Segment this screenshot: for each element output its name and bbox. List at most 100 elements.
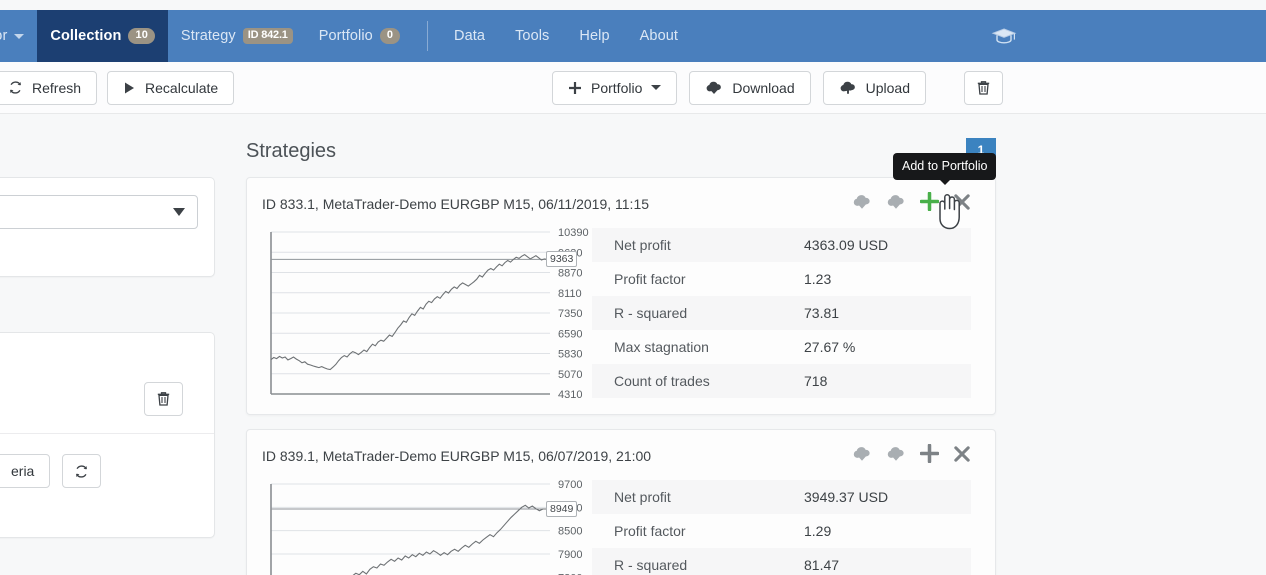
criteria-button-label: eria	[11, 463, 35, 479]
clear-filters-button[interactable]	[144, 382, 183, 416]
metric-row: R - squared 81.47	[592, 548, 971, 575]
nav-item-label: About	[639, 28, 679, 44]
metric-row: Profit factor 1.29	[592, 514, 971, 548]
sidebar-refresh-button[interactable]	[62, 454, 102, 488]
metric-label: Profit factor	[614, 271, 686, 287]
chart-price-marker: 8949	[546, 501, 578, 518]
metric-value: 81.47	[804, 557, 840, 573]
close-icon[interactable]	[953, 445, 971, 468]
nav-item-label: ator	[0, 28, 8, 44]
nav-item-generator[interactable]: ator	[0, 10, 37, 62]
svg-text:6590: 6590	[558, 328, 582, 340]
nav-item-label: Strategy	[180, 28, 236, 44]
navbar-right-actions	[990, 10, 1266, 62]
recalculate-button[interactable]: Recalculate	[107, 70, 235, 105]
nav-item-label: Tools	[515, 28, 550, 44]
strategy-card-title: ID 833.1, MetaTrader-Demo EURGBP M15, 06…	[262, 196, 650, 212]
svg-text:9700: 9700	[558, 480, 582, 491]
refresh-button[interactable]: Refresh	[0, 70, 98, 105]
filters-panel: filters. 10 of 10	[0, 332, 215, 538]
cloud-download-icon[interactable]	[886, 445, 906, 467]
cloud-download-icon[interactable]	[852, 193, 872, 215]
chevron-down-icon	[14, 33, 25, 39]
nav-item-strategy[interactable]: Strategy ID 842.1	[168, 10, 306, 62]
metric-value: 718	[804, 373, 828, 389]
criteria-row: eria	[0, 454, 198, 488]
navbar-items: ator Collection 10 Strategy ID 842.1 Por…	[0, 10, 693, 62]
svg-text:8870: 8870	[558, 268, 582, 280]
metric-value: 1.29	[804, 523, 832, 539]
portfolio-count-badge: 0	[379, 28, 401, 44]
metric-value: 27.67 %	[804, 339, 856, 355]
tooltip: Add to Portfolio	[893, 153, 997, 185]
metric-value: 4363.09 USD	[804, 237, 889, 253]
strategy-card-title: ID 839.1, MetaTrader-Demo EURGBP M15, 06…	[262, 448, 652, 464]
svg-text:5070: 5070	[558, 369, 582, 381]
download-button[interactable]: Download	[689, 70, 811, 105]
metric-row: Net profit 4363.09 USD	[592, 228, 971, 262]
metric-row: Count of trades 718	[592, 364, 971, 398]
chevron-down-icon	[651, 85, 662, 90]
nav-item-tools[interactable]: Tools	[500, 10, 564, 62]
refresh-button-label: Refresh	[32, 79, 82, 96]
strategy-card-header: ID 839.1, MetaTrader-Demo EURGBP M15, 06…	[247, 430, 995, 480]
equity-chart: 97009100850079007300670061008949	[247, 480, 592, 575]
chart-price-marker: 9363	[546, 251, 578, 268]
graduation-cap-icon[interactable]	[990, 26, 1018, 46]
plus-icon	[568, 81, 582, 95]
strategy-id-badge: ID 842.1	[242, 28, 293, 44]
trash-icon	[976, 80, 991, 96]
nav-item-label: Data	[454, 28, 486, 44]
page-title: Strategies	[246, 140, 337, 162]
metric-label: R - squared	[614, 557, 688, 573]
metric-label: Net profit	[614, 489, 671, 505]
equity-chart: 1039096308870811073506590583050704310936…	[247, 228, 592, 400]
play-icon	[123, 81, 136, 95]
main-toolbar: Refresh Recalculate Portfolio Download U…	[0, 62, 1266, 114]
nav-item-about[interactable]: About	[625, 10, 693, 62]
panel-divider	[0, 433, 214, 434]
svg-text:8110: 8110	[558, 288, 582, 300]
nav-item-data[interactable]: Data	[439, 10, 500, 62]
criteria-button[interactable]: eria	[0, 454, 51, 488]
filter-select[interactable]	[0, 195, 198, 229]
cloud-upload-icon	[839, 80, 857, 95]
delete-button[interactable]	[964, 70, 1003, 105]
collection-count-badge: 10	[128, 28, 155, 44]
svg-text:4310: 4310	[558, 389, 582, 400]
svg-text:5830: 5830	[558, 349, 582, 361]
add-to-portfolio-icon[interactable]	[919, 443, 940, 468]
cloud-download-icon[interactable]	[886, 193, 906, 215]
strategy-card-list: ID 833.1, MetaTrader-Demo EURGBP M15, 06…	[246, 177, 996, 575]
metric-row: Profit factor 1.23	[592, 262, 971, 296]
metric-row: R - squared 73.81	[592, 296, 971, 330]
nav-item-portfolio[interactable]: Portfolio 0	[306, 10, 413, 62]
metric-value: 73.81	[804, 305, 840, 321]
upload-button-label: Upload	[865, 79, 910, 96]
main-navbar: ator Collection 10 Strategy ID 842.1 Por…	[0, 10, 1266, 62]
metric-row: Max stagnation 27.67 %	[592, 330, 971, 364]
nav-item-label: Portfolio	[318, 28, 373, 44]
nav-item-label: Collection	[50, 28, 122, 44]
nav-item-collection[interactable]: Collection 10	[37, 10, 168, 62]
add-portfolio-button-label: Portfolio	[591, 79, 643, 96]
metric-label: Count of trades	[614, 373, 710, 389]
cloud-download-icon	[705, 80, 723, 95]
strategy-metrics: Net profit 4363.09 USD Profit factor 1.23 R …	[592, 228, 995, 400]
main-content: Strategies ID 833.1, MetaTrader-Demo EUR…	[246, 114, 996, 575]
filter-count-row: 10 of 10	[0, 382, 198, 416]
nav-item-help[interactable]: Help	[564, 10, 624, 62]
strategy-card: ID 839.1, MetaTrader-Demo EURGBP M15, 06…	[246, 429, 996, 575]
strategy-card-body: 1039096308870811073506590583050704310936…	[247, 228, 995, 414]
add-portfolio-button[interactable]: Portfolio	[552, 70, 678, 105]
metric-label: R - squared	[614, 305, 688, 321]
toolbar-left-group: Refresh Recalculate	[0, 70, 235, 105]
strategy-card-body: 97009100850079007300670061008949 Net prof…	[247, 480, 995, 575]
refresh-icon	[8, 80, 23, 95]
cloud-download-icon[interactable]	[852, 445, 872, 467]
svg-text:10390: 10390	[558, 228, 589, 239]
upload-button[interactable]: Upload	[822, 70, 926, 105]
strategy-card: ID 833.1, MetaTrader-Demo EURGBP M15, 06…	[246, 177, 996, 415]
chevron-down-icon	[173, 208, 185, 216]
